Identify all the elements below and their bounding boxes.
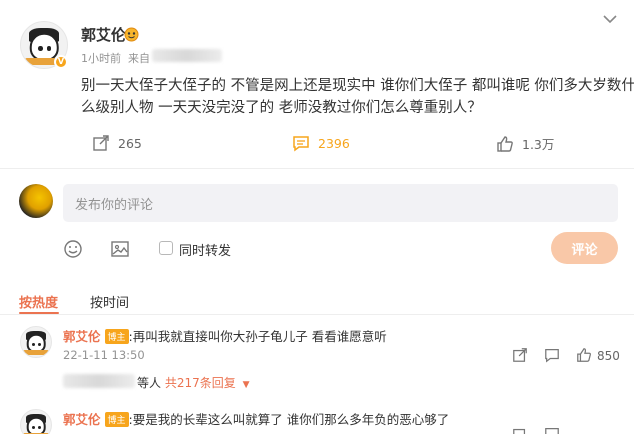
reply-summary[interactable]: 等人 共217条回复 ▼ xyxy=(137,374,250,391)
comment-button[interactable]: 2396 xyxy=(292,134,350,152)
comment-count: 2396 xyxy=(318,135,350,151)
thumbs-up-icon[interactable] xyxy=(576,347,592,363)
member-emoji-icon xyxy=(124,27,139,42)
comment-author[interactable]: 郭艾伦 xyxy=(63,329,101,344)
comment-header: 郭艾伦 博主:要是我的长辈这么叫就算了 谁你们那么多年负的恶心够了 xyxy=(63,409,449,428)
repost-icon xyxy=(93,135,109,151)
post-source-redacted xyxy=(152,49,222,62)
comment-time: 22-1-11 13:50 xyxy=(63,348,145,362)
tab-sort-by-time[interactable]: 按时间 xyxy=(90,292,129,311)
share-icon[interactable] xyxy=(512,426,528,434)
image-icon[interactable] xyxy=(110,239,130,259)
tab-sort-by-hot[interactable]: 按热度 xyxy=(19,292,58,311)
divider-1 xyxy=(0,168,634,169)
thumbs-up-icon xyxy=(497,135,513,152)
caret-down-icon: ▼ xyxy=(242,380,250,390)
comment-icon xyxy=(293,136,309,152)
post-text-line-2: 么级别人物 一天天没完没了的 老师没教过你们怎么尊重别人？ xyxy=(81,100,482,116)
chevron-down-icon[interactable] xyxy=(603,14,617,24)
comment-like-count: 850 xyxy=(597,349,620,363)
emoji-icon[interactable] xyxy=(63,239,83,259)
current-user-avatar[interactable] xyxy=(19,184,53,218)
divider-2 xyxy=(0,314,634,315)
also-repost-checkbox[interactable] xyxy=(159,241,173,255)
replier-names-redacted xyxy=(63,374,135,388)
comment-author[interactable]: 郭艾伦 xyxy=(63,412,101,427)
also-repost-label[interactable]: 同时转发 xyxy=(179,240,231,259)
repost-count: 265 xyxy=(118,135,142,151)
reply-count-link[interactable]: 共217条回复 xyxy=(165,376,236,390)
reply-icon[interactable] xyxy=(544,426,560,434)
comment-input[interactable]: 发布你的评论 xyxy=(63,184,618,222)
repost-button[interactable]: 265 xyxy=(92,134,142,152)
comment-avatar[interactable] xyxy=(20,326,52,358)
comment-text: :要是我的长辈这么叫就算了 谁你们那么多年负的恶心够了 xyxy=(128,412,450,427)
share-icon[interactable] xyxy=(512,347,528,363)
like-count: 1.3万 xyxy=(522,137,555,152)
comment-avatar[interactable] xyxy=(20,409,52,434)
post-text-line-1: 别一天大侄子大侄子的 不管是网上还是现实中 谁你们大侄子 都叫谁呢 你们多大岁数… xyxy=(81,78,634,94)
host-tag: 博主 xyxy=(104,412,129,427)
author-name[interactable]: 郭艾伦 xyxy=(81,24,126,45)
like-button[interactable]: 1.3万 xyxy=(496,134,554,153)
post-time[interactable]: 1小时前 xyxy=(81,50,121,66)
reply-suffix: 等人 xyxy=(137,376,162,390)
comment-text: :再叫我就直接叫你大孙子龟儿子 看看谁愿意听 xyxy=(128,329,387,344)
post-source-prefix: 来自 xyxy=(128,52,150,65)
comment-header: 郭艾伦 博主:再叫我就直接叫你大孙子龟儿子 看看谁愿意听 xyxy=(63,326,387,345)
verified-badge-icon: V xyxy=(54,55,68,69)
host-tag: 博主 xyxy=(104,329,129,344)
reply-icon[interactable] xyxy=(544,347,560,363)
submit-comment-button[interactable]: 评论 xyxy=(551,232,618,264)
